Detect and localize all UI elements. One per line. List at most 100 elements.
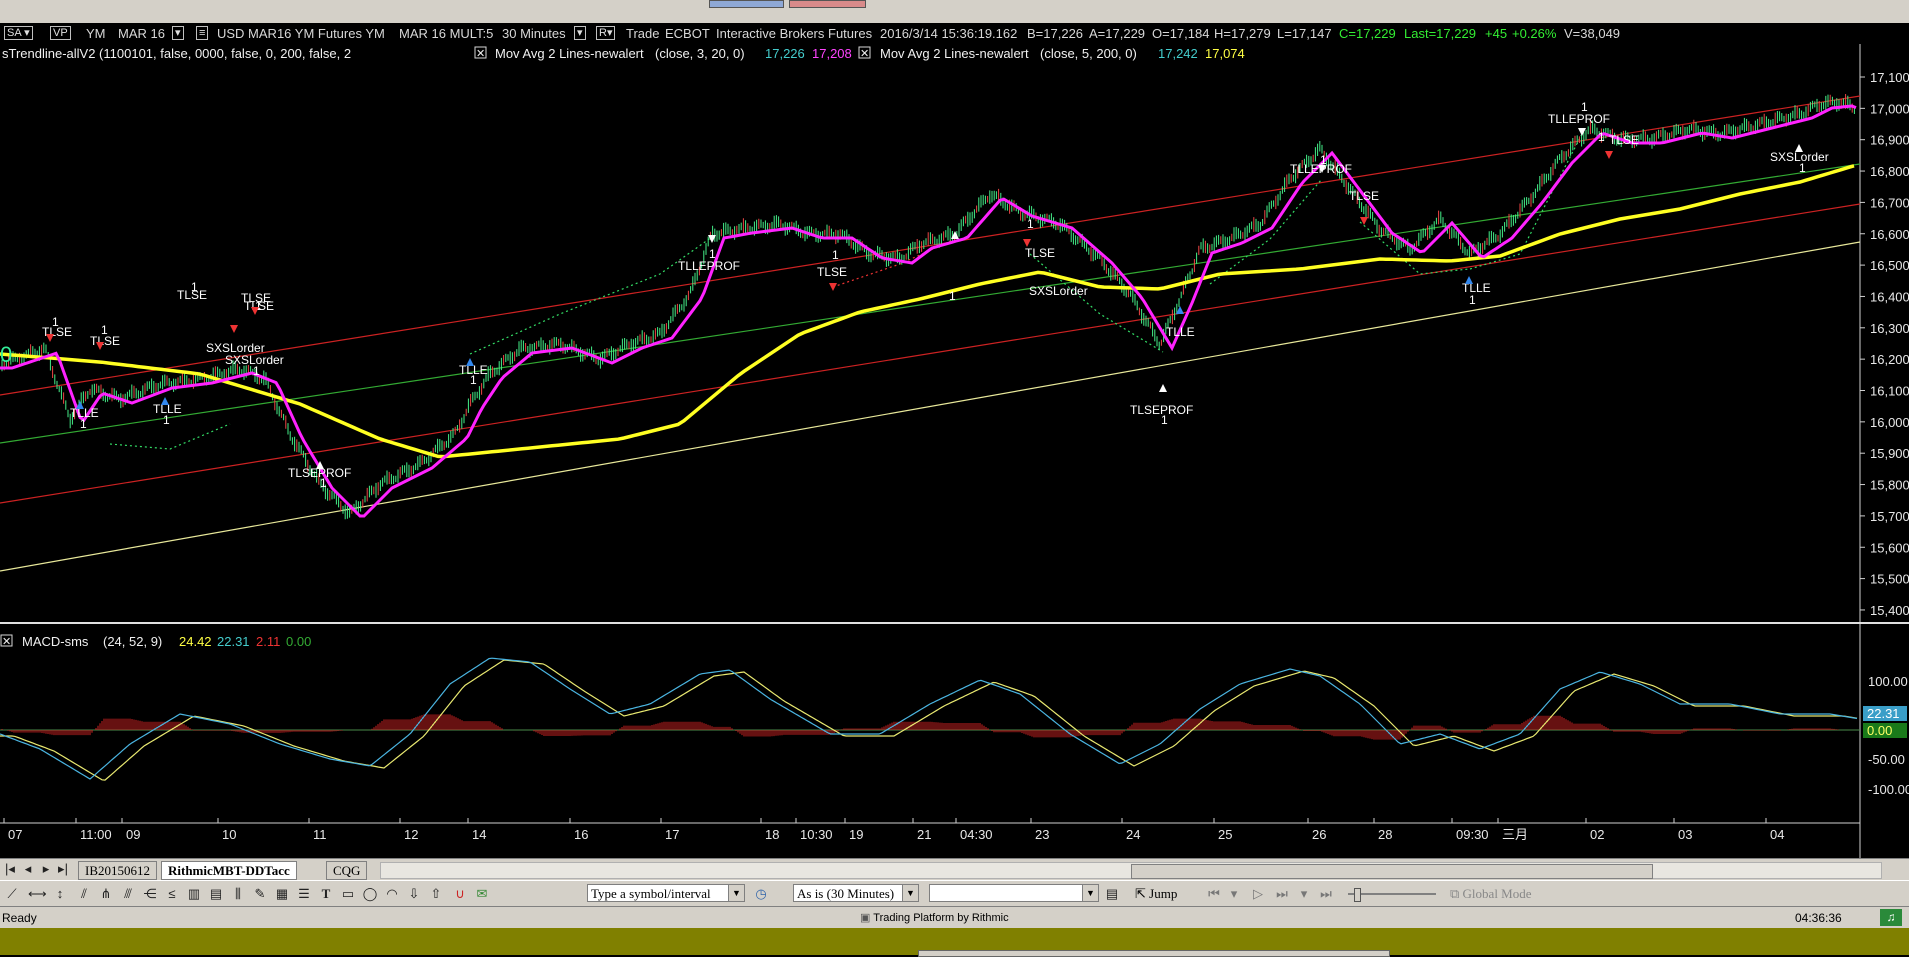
study-label[interactable]: sTrendline-allV2 (1100101, false, 0000, … xyxy=(2,46,351,61)
price-axis-label: 16,100 xyxy=(1870,384,1909,399)
signal-annotation: 1 xyxy=(709,247,716,261)
macd-line xyxy=(0,657,1858,780)
sa-dropdown[interactable]: SA ▾ xyxy=(4,26,33,40)
interval-dropdown-icon[interactable]: ▾ xyxy=(574,26,586,40)
alert-icon[interactable]: ✉ xyxy=(474,886,490,902)
grid-tool-icon[interactable]: ▦ xyxy=(274,886,290,902)
horizontal-line-icon[interactable]: ⟷ xyxy=(28,886,47,902)
forward-icon[interactable]: ⏭ xyxy=(1274,886,1290,902)
price-axis-label: 17,000 xyxy=(1870,101,1909,116)
zoom-slider-handle[interactable] xyxy=(1354,888,1361,902)
root-symbol: YM xyxy=(86,26,106,41)
channel-icon[interactable]: ⫽ xyxy=(76,886,92,902)
signal-annotation: 1 xyxy=(80,417,87,431)
time-axis-label: 04 xyxy=(1770,827,1784,842)
arc-icon[interactable]: ◠ xyxy=(384,886,400,902)
high-value: H=17,279 xyxy=(1214,26,1271,41)
chevron-down-icon[interactable]: ▼ xyxy=(728,885,744,901)
signal-annotation: TLSE xyxy=(90,334,120,348)
macd-label[interactable]: MACD-sms xyxy=(22,634,89,649)
text-icon[interactable]: T xyxy=(318,886,334,902)
status-clock: 04:36:36 xyxy=(1795,911,1842,925)
fan-icon[interactable]: ⋲ xyxy=(142,886,158,902)
exchange-label: ECBOT xyxy=(665,26,710,41)
chart-menu-icon[interactable]: ≡ xyxy=(196,26,209,40)
window-button-blue[interactable] xyxy=(709,0,784,8)
expiry-dropdown-icon[interactable]: ▾ xyxy=(172,26,184,40)
tab-rithmic-ddtacc[interactable]: RithmicMBT-DDTacc xyxy=(161,861,297,880)
price-axis-label: 16,700 xyxy=(1870,195,1909,210)
status-bar: Ready ▣ Trading Platform by Rithmic 04:3… xyxy=(0,906,1909,929)
scrollbar-thumb[interactable] xyxy=(1131,864,1653,879)
chart-tab-bar: |◂ ◂ ▸ ▸| IB20150612 RithmicMBT-DDTacc C… xyxy=(0,858,1909,881)
price-axis-labels: 17,100 17,000 16,900 16,800 16,700 16,600 16,5… xyxy=(1860,70,1909,618)
arrow-down-icon[interactable]: ⇩ xyxy=(406,886,422,902)
signal-annotation: 1 xyxy=(470,373,477,387)
change-percent: +0.26% xyxy=(1512,26,1557,41)
signal-marker xyxy=(1795,144,1803,152)
parallel-lines-icon[interactable]: ⫻ xyxy=(120,886,136,902)
pitchfork-icon[interactable]: ⋔ xyxy=(98,886,114,902)
calendar-icon[interactable]: ▤ xyxy=(1104,886,1120,902)
next-tab-icon[interactable]: ▸ xyxy=(38,861,54,877)
draw-line-icon[interactable]: ⟋ xyxy=(4,886,20,902)
clock-icon[interactable]: ◷ xyxy=(753,886,769,902)
secondary-combo[interactable]: ▼ xyxy=(929,884,1099,902)
back-icon[interactable]: ⏮ xyxy=(1206,886,1222,902)
vertical-line-icon[interactable]: ↕ xyxy=(52,886,68,902)
platform-icon: ▣ xyxy=(860,912,871,924)
interval-combo[interactable]: As is (30 Minutes) ▼ xyxy=(793,884,919,902)
pen-icon[interactable]: ✎ xyxy=(252,886,268,902)
signal-annotation: 1 xyxy=(1598,130,1605,144)
time-axis-label: 16 xyxy=(574,827,588,842)
signal-annotation: 1 xyxy=(1469,293,1476,307)
symbol-combo[interactable]: Type a symbol/interval ▼ xyxy=(587,884,745,902)
rectangle-icon[interactable]: ▭ xyxy=(340,886,356,902)
time-axis-label: 04:30 xyxy=(960,827,993,842)
signal-marker xyxy=(1360,217,1368,225)
tab-ib20150612[interactable]: IB20150612 xyxy=(78,861,157,880)
signal-annotation: TLSE xyxy=(177,288,207,302)
signal-marker xyxy=(1605,151,1613,159)
fib-icon[interactable]: ▥ xyxy=(186,886,202,902)
magnet-icon[interactable]: ∪ xyxy=(452,886,468,902)
status-ready: Ready xyxy=(2,911,37,925)
price-axis-label: 16,600 xyxy=(1870,227,1909,242)
fib-ext-icon[interactable]: ▤ xyxy=(208,886,224,902)
arrow-up-icon[interactable]: ⇧ xyxy=(428,886,444,902)
close-value: C=17,229 xyxy=(1339,26,1396,41)
back-dropdown-icon[interactable]: ▾ xyxy=(1226,886,1242,902)
tab-cqg[interactable]: CQG xyxy=(326,861,368,880)
chevron-down-icon[interactable]: ▼ xyxy=(902,885,918,901)
chart-canvas[interactable]: 1TLSE 1TLSETLLE1TLLE11TLSE TLSE1TLSESXSLor… xyxy=(0,44,1909,858)
zoom-slider[interactable] xyxy=(1348,888,1436,902)
end-icon[interactable]: ⏭ xyxy=(1318,886,1334,902)
dotted-line-long-6 xyxy=(1469,133,1583,270)
r-button[interactable]: R▾ xyxy=(596,26,616,40)
chevron-down-icon[interactable]: ▼ xyxy=(1082,885,1098,901)
window-button-red[interactable] xyxy=(789,0,866,8)
global-mode-toggle[interactable]: ⧉ Global Mode xyxy=(1450,886,1532,902)
forward-dropdown-icon[interactable]: ▾ xyxy=(1296,886,1312,902)
ellipse-icon[interactable]: ◯ xyxy=(362,886,378,902)
jump-button[interactable]: ⇱ Jump xyxy=(1135,886,1177,902)
trend-channels xyxy=(0,95,1861,572)
quote-datetime: 2016/3/14 15:36:19.162 xyxy=(880,26,1018,41)
signal-annotation: TLSE xyxy=(817,265,847,279)
first-tab-icon[interactable]: |◂ xyxy=(2,861,18,877)
prev-tab-icon[interactable]: ◂ xyxy=(20,861,36,877)
vp-button[interactable]: VP xyxy=(50,26,71,40)
gann-icon[interactable]: ≤ xyxy=(164,886,180,902)
signal-annotation: 1 xyxy=(253,364,260,378)
channel-green xyxy=(0,163,1861,444)
step-forward-icon[interactable]: ▷ xyxy=(1250,886,1266,902)
last-tab-icon[interactable]: ▸| xyxy=(55,861,71,877)
ma1-name[interactable]: Mov Avg 2 Lines-newalert xyxy=(495,46,644,61)
macd-histogram xyxy=(1,714,1839,740)
list-tool-icon[interactable]: ☰ xyxy=(296,886,312,902)
horizontal-scrollbar[interactable] xyxy=(380,862,1882,879)
cycle-icon[interactable]: ⫼ xyxy=(230,886,246,902)
ma2-name[interactable]: Mov Avg 2 Lines-newalert xyxy=(880,46,1029,61)
time-axis-label: 07 xyxy=(8,827,22,842)
speaker-icon[interactable]: ♫ xyxy=(1880,909,1902,926)
